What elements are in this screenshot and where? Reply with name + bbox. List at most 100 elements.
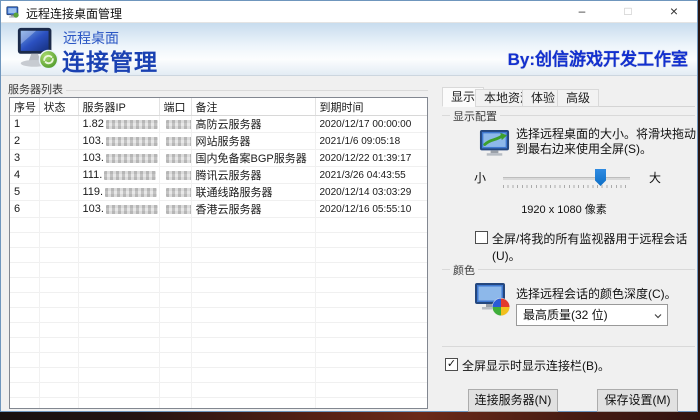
cell-status (39, 116, 78, 133)
cell-no: 3 (10, 150, 39, 167)
display-size-description: 选择远程桌面的大小。将滑块拖动到最右边来使用全屏(S)。 (516, 127, 696, 157)
cell-no: 1 (10, 116, 39, 133)
cell-expire: 2020/12/17 00:00:00 (315, 116, 427, 133)
screen: 远程连接桌面管理 – □ × (0, 0, 700, 420)
censored-ip (106, 205, 158, 214)
remote-desktop-logo-icon (15, 25, 61, 73)
censored-ip (106, 154, 158, 163)
size-slider-track[interactable] (503, 177, 630, 180)
connection-bar-checkbox[interactable]: ✓ (445, 358, 458, 371)
cell-no: 5 (10, 184, 39, 201)
banner-byline: By:创信游戏开发工作室 (508, 45, 688, 70)
fullscreen-monitors-checkbox[interactable] (475, 231, 488, 244)
empty-rows-area (10, 218, 427, 408)
table-row[interactable]: 6 103. 香港云服务器 2020/12/16 05:55:10 (10, 201, 427, 218)
size-slider-ticks (503, 185, 630, 188)
tab-advanced[interactable]: 高级 (557, 89, 599, 107)
slider-min-label: 小 (474, 169, 486, 186)
cell-port (159, 184, 191, 201)
color-depth-value: 最高质量(32 位) (523, 308, 608, 322)
close-button[interactable]: × (651, 1, 697, 22)
censored-port (166, 188, 192, 197)
cell-status (39, 201, 78, 218)
column-header-note[interactable]: 备注 (191, 98, 315, 116)
cell-note: 联通线路服务器 (191, 184, 315, 201)
fullscreen-monitors-label: 全屏/将我的所有监视器用于远程会话(U)。 (492, 230, 697, 264)
cell-expire: 2021/1/6 09:05:18 (315, 133, 427, 150)
resolution-value: 1920 x 1080 像素 (460, 201, 668, 217)
cell-expire: 2020/12/16 05:55:10 (315, 201, 427, 218)
censored-port (166, 137, 192, 146)
banner-title: 连接管理 (62, 43, 158, 77)
cell-note: 高防云服务器 (191, 116, 315, 133)
color-depth-icon (473, 282, 511, 317)
section-separator (442, 346, 695, 347)
column-header-status[interactable]: 状态 (39, 98, 78, 116)
cell-status (39, 167, 78, 184)
display-size-icon (477, 129, 512, 161)
cell-status (39, 150, 78, 167)
color-group-label: 颜色 (450, 262, 478, 278)
table-row[interactable]: 4 111. 腾讯云服务器 2021/3/26 04:43:55 (10, 167, 427, 184)
cell-port (159, 116, 191, 133)
cell-note: 国内免备案BGP服务器 (191, 150, 315, 167)
cell-status (39, 184, 78, 201)
desktop-background (0, 412, 700, 420)
minimize-button[interactable]: – (559, 1, 605, 22)
cell-status (39, 133, 78, 150)
cell-note: 香港云服务器 (191, 201, 315, 218)
connection-bar-label: 全屏显示时显示连接栏(B)。 (462, 357, 610, 374)
color-group-line (442, 269, 695, 270)
table-header-row: 序号 状态 服务器IP 端口 备注 到期时间 (10, 98, 427, 116)
slider-max-label: 大 (649, 169, 661, 186)
cell-port (159, 201, 191, 218)
server-list-label: 服务器列表 (5, 81, 66, 97)
cell-no: 4 (10, 167, 39, 184)
server-list-group-line (9, 90, 428, 91)
app-window: 远程连接桌面管理 – □ × (0, 0, 698, 412)
cell-note: 网站服务器 (191, 133, 315, 150)
cell-ip: 103. (78, 150, 159, 167)
column-header-port[interactable]: 端口 (159, 98, 191, 116)
color-depth-select[interactable]: 最高质量(32 位) (516, 304, 668, 326)
cell-ip: 103. (78, 201, 159, 218)
app-banner: 远程桌面 连接管理 By:创信游戏开发工作室 (1, 23, 697, 76)
connect-server-button[interactable]: 连接服务器(N) (468, 389, 558, 412)
censored-ip (105, 188, 157, 197)
column-header-expire[interactable]: 到期时间 (315, 98, 427, 116)
censored-port (166, 171, 192, 180)
server-table: 序号 状态 服务器IP 端口 备注 到期时间 1 1.82 高防云服务器 (10, 98, 427, 218)
table-row[interactable]: 2 103. 网站服务器 2021/1/6 09:05:18 (10, 133, 427, 150)
size-slider-thumb[interactable] (595, 169, 606, 186)
maximize-button[interactable]: □ (605, 1, 651, 22)
display-group-label: 显示配置 (450, 108, 500, 124)
table-row[interactable]: 5 119. 联通线路服务器 2020/12/14 03:03:29 (10, 184, 427, 201)
cell-expire: 2021/3/26 04:43:55 (315, 167, 427, 184)
cell-expire: 2020/12/14 03:03:29 (315, 184, 427, 201)
cell-ip: 119. (78, 184, 159, 201)
censored-ip (104, 171, 156, 180)
censored-port (166, 154, 192, 163)
censored-port (166, 205, 192, 214)
cell-ip: 1.82 (78, 116, 159, 133)
cell-ip: 103. (78, 133, 159, 150)
chevron-down-icon (654, 312, 662, 320)
cell-no: 2 (10, 133, 39, 150)
cell-port (159, 150, 191, 167)
column-header-ip[interactable]: 服务器IP (78, 98, 159, 116)
table-row[interactable]: 3 103. 国内免备案BGP服务器 2020/12/22 01:39:17 (10, 150, 427, 167)
cell-ip: 111. (78, 167, 159, 184)
censored-ip (106, 137, 158, 146)
save-settings-button[interactable]: 保存设置(M) (597, 389, 678, 412)
window-title: 远程连接桌面管理 (26, 5, 122, 22)
cell-port (159, 167, 191, 184)
cell-port (159, 133, 191, 150)
cell-expire: 2020/12/22 01:39:17 (315, 150, 427, 167)
cell-note: 腾讯云服务器 (191, 167, 315, 184)
censored-ip (106, 120, 158, 129)
server-list[interactable]: 序号 状态 服务器IP 端口 备注 到期时间 1 1.82 高防云服务器 (9, 97, 428, 409)
column-header-no[interactable]: 序号 (10, 98, 39, 116)
color-depth-description: 选择远程会话的颜色深度(C)。 (516, 285, 677, 302)
table-row[interactable]: 1 1.82 高防云服务器 2020/12/17 00:00:00 (10, 116, 427, 133)
title-bar[interactable]: 远程连接桌面管理 – □ × (1, 1, 697, 23)
